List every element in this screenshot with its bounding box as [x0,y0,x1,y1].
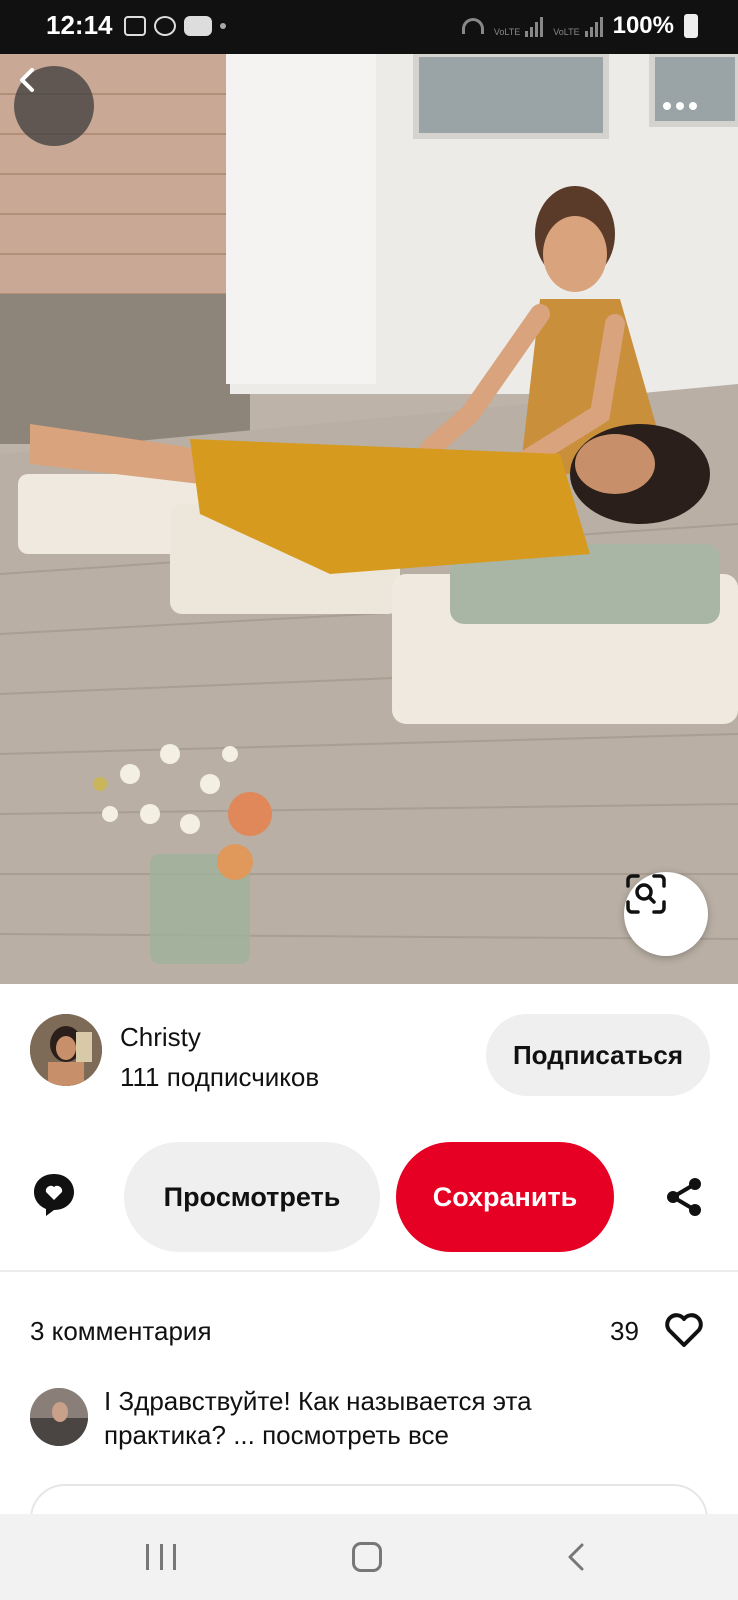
author-avatar[interactable] [30,1014,102,1086]
gravel [0,294,250,444]
author-avatar-image [30,1014,102,1086]
heart-icon [665,1313,703,1347]
commenter-avatar[interactable] [30,1388,88,1446]
more-dot [676,102,684,110]
react-button[interactable] [32,1172,76,1218]
back-chevron-icon [568,1543,584,1571]
status-time: 12:14 [46,10,113,40]
recent-bar [146,1544,149,1570]
visual-search-button[interactable] [624,872,708,956]
recent-bar [173,1544,176,1570]
more-options-button[interactable] [650,84,710,128]
status-system-icons: VoLTE VoLTE 100% [461,12,698,40]
gallery-icon [124,16,146,36]
youtube-icon [184,16,212,36]
save-button[interactable]: Сохранить [396,1142,614,1252]
view-button[interactable]: Просмотреть [124,1142,380,1252]
more-dot [689,102,697,110]
author-followers: 111 подписчиков [120,1062,320,1092]
like-button[interactable] [664,1312,704,1348]
back-button[interactable] [14,66,94,146]
heart-speech-bubble-icon [34,1174,74,1216]
system-back-button[interactable] [566,1542,586,1572]
home-button[interactable] [352,1542,382,1572]
status-notification-icons [124,16,226,36]
battery-percent: 100% [612,12,674,39]
battery-icon [684,14,698,38]
divider [0,1270,738,1272]
action-row: Просмотреть Сохранить [0,1142,738,1252]
comment-preview[interactable]: I Здравствуйте! Как называется эта практ… [104,1384,624,1452]
system-nav-bar [0,1514,738,1600]
woman-face [575,434,655,494]
share-icon [667,1178,701,1216]
whatsapp-icon [154,16,176,36]
author-name[interactable]: Christy [120,1022,201,1053]
practitioner-face [543,216,607,292]
pillar [226,54,376,384]
recent-apps-button[interactable] [146,1544,176,1570]
pin-image[interactable] [0,54,738,984]
follow-button[interactable]: Подписаться [486,1014,710,1096]
share-button[interactable] [664,1176,704,1218]
network-label-1: VoLTE [493,27,521,37]
pin-photo [0,54,738,984]
chevron-left-icon [20,68,34,92]
status-bar: 12:14 VoLTE VoLTE 100% [0,0,738,54]
author-row: Christy 111 подписчиков Подписаться [30,1014,710,1098]
window-1 [413,54,609,139]
recent-bar [159,1544,163,1570]
signal-icon-1: VoLTE [493,15,544,37]
comments-count[interactable]: 3 комментария [30,1316,212,1347]
commenter-avatar-image [30,1388,88,1446]
dot-icon [220,23,226,29]
wifi-icon [461,18,484,34]
more-dot [663,102,671,110]
network-label-2: VoLTE [553,27,580,37]
signal-icon-2: VoLTE [553,15,603,37]
likes-count: 39 [610,1316,639,1346]
visual-search-icon [626,874,666,914]
